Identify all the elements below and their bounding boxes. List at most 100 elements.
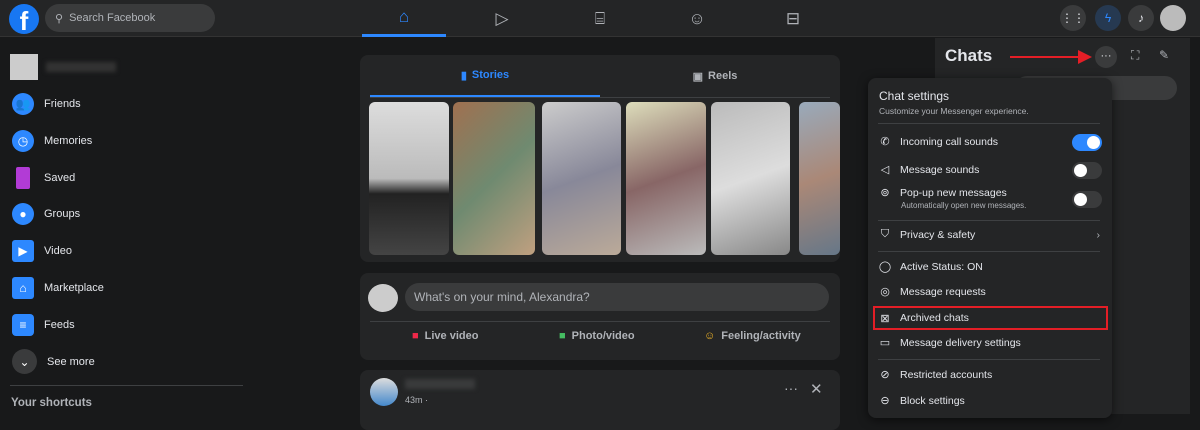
friends-icon: 👥 [12, 93, 34, 115]
label: Friends [44, 98, 81, 110]
see-more-button[interactable]: ⌄ See more [12, 349, 95, 374]
label: Message requests [900, 285, 986, 298]
message-sounds-row[interactable]: ◁ Message sounds [878, 163, 1100, 177]
restricted-accounts-row[interactable]: ⊘ Restricted accounts [878, 368, 1100, 382]
divider [370, 97, 830, 98]
saved-icon [16, 167, 30, 189]
nav-groups[interactable]: ☺ [655, 0, 739, 37]
new-message-icon[interactable]: ✎ [1159, 48, 1169, 62]
sidebar-item-groups[interactable]: ● Groups [12, 203, 80, 225]
sidebar-item-friends[interactable]: 👥 Friends [12, 93, 81, 115]
user-avatar [368, 284, 398, 312]
divider [878, 123, 1100, 124]
tab-reels[interactable]: ▣ Reels [600, 55, 830, 97]
messenger-icon: ϟ [1104, 11, 1112, 25]
archive-icon: ⊠ [880, 312, 890, 325]
block-icon: ⊖ [880, 395, 890, 407]
message-sounds-toggle[interactable] [1072, 162, 1102, 179]
story-card[interactable] [369, 102, 449, 255]
popup-icon: ⊚ [880, 187, 890, 199]
grid-icon: ⋮⋮ [1061, 11, 1085, 25]
facebook-logo[interactable]: f [9, 4, 39, 34]
label: See more [47, 355, 95, 368]
photo-video-button[interactable]: ■ Photo/video [559, 330, 635, 342]
chat-options-button[interactable]: ··· [1095, 46, 1117, 68]
messenger-button[interactable]: ϟ [1095, 5, 1121, 31]
story-card[interactable] [453, 102, 535, 255]
active-status-row[interactable]: ◯ Active Status: ON [878, 260, 1100, 274]
red-arrow-annotation [1010, 56, 1080, 58]
live-video-icon: ■ [412, 330, 419, 342]
delivery-icon: ▭ [879, 337, 891, 349]
close-icon[interactable]: ✕ [810, 380, 823, 398]
notifications-button[interactable]: ♪ [1128, 5, 1154, 31]
sidebar-item-saved[interactable]: Saved [12, 167, 75, 189]
top-bar: f ⚲ Search Facebook ⌂ ▷ ⌸ ☺ ⊟ ⋮⋮ ϟ ♪ [0, 0, 1200, 37]
message-requests-row[interactable]: ◎ Message requests [878, 285, 1100, 299]
label: Message sounds [900, 163, 980, 176]
label: Reels [708, 70, 738, 82]
label: Incoming call sounds [900, 135, 999, 148]
label: Pop-up new messages [900, 186, 1007, 199]
tab-stories[interactable]: ▮ Stories [370, 55, 600, 97]
user-avatar[interactable] [10, 54, 38, 80]
toggle-knob [1087, 136, 1100, 149]
toggle-knob [1074, 193, 1087, 206]
label: Stories [471, 69, 510, 81]
watch-icon: ▷ [495, 8, 509, 28]
bell-icon: ♪ [1138, 11, 1144, 25]
divider [878, 359, 1100, 360]
shortcuts-heading: Your shortcuts [11, 397, 92, 409]
label: Restricted accounts [900, 368, 993, 381]
composer-card: What's on your mind, Alexandra? ■ Live vi… [360, 273, 840, 360]
block-settings-row[interactable]: ⊖ Block settings [878, 394, 1100, 408]
label: Message delivery settings [900, 336, 1021, 349]
profile-avatar[interactable] [1160, 5, 1186, 31]
sidebar-item-marketplace[interactable]: ⌂ Marketplace [12, 277, 104, 299]
post-author-blurred[interactable] [405, 379, 475, 389]
incoming-call-sounds-row[interactable]: ✆ Incoming call sounds [878, 135, 1100, 149]
more-icon[interactable]: ··· [784, 380, 798, 396]
nav-home[interactable]: ⌂ [362, 0, 446, 37]
popup-messages-toggle[interactable] [1072, 191, 1102, 208]
sidebar-item-feeds[interactable]: ≡ Feeds [12, 314, 75, 336]
chats-title: Chats [945, 46, 993, 65]
chevron-down-icon: ⌄ [12, 349, 37, 374]
post-card: 43m · ··· ✕ [360, 370, 840, 430]
story-card[interactable] [626, 102, 706, 255]
groups-icon: ● [12, 203, 34, 225]
label: Memories [44, 135, 93, 147]
divider [878, 251, 1100, 252]
groups-icon: ☺ [688, 8, 706, 28]
nav-watch[interactable]: ▷ [460, 0, 544, 37]
search-input[interactable]: ⚲ Search Facebook [45, 4, 215, 32]
nav-gaming[interactable]: ⊟ [751, 0, 835, 37]
story-card[interactable] [799, 102, 840, 255]
message-delivery-row[interactable]: ▭ Message delivery settings [878, 336, 1100, 350]
label: Video [44, 245, 72, 257]
menu-button[interactable]: ⋮⋮ [1060, 5, 1086, 31]
label: Archived chats [900, 312, 969, 324]
sidebar-item-memories[interactable]: ◷ Memories [12, 130, 92, 152]
label: Photo/video [571, 330, 635, 342]
sidebar-item-video[interactable]: ▶ Video [12, 240, 72, 262]
label: Privacy & safety [900, 228, 976, 241]
story-card[interactable] [711, 102, 790, 255]
popup-messages-row[interactable]: ⊚ Pop-up new messages [878, 186, 1100, 200]
phone-icon: ✆ [880, 136, 890, 148]
post-avatar[interactable] [370, 378, 398, 406]
menu-title: Chat settings [879, 89, 950, 103]
nav-marketplace[interactable]: ⌸ [558, 0, 642, 37]
photo-icon: ■ [559, 330, 566, 342]
archived-chats-row[interactable]: ⊠ Archived chats [873, 306, 1108, 330]
label: Marketplace [44, 282, 104, 294]
feeling-button[interactable]: ☺ Feeling/activity [704, 330, 801, 342]
user-name-blurred[interactable] [46, 62, 116, 72]
composer-input[interactable]: What's on your mind, Alexandra? [405, 283, 829, 311]
incoming-call-sounds-toggle[interactable] [1072, 134, 1102, 151]
expand-icon[interactable]: ⛶ [1131, 48, 1139, 63]
divider [370, 321, 830, 322]
live-video-button[interactable]: ■ Live video [412, 330, 478, 342]
privacy-safety-row[interactable]: ⛉ Privacy & safety › [878, 228, 1100, 241]
story-card[interactable] [542, 102, 621, 255]
